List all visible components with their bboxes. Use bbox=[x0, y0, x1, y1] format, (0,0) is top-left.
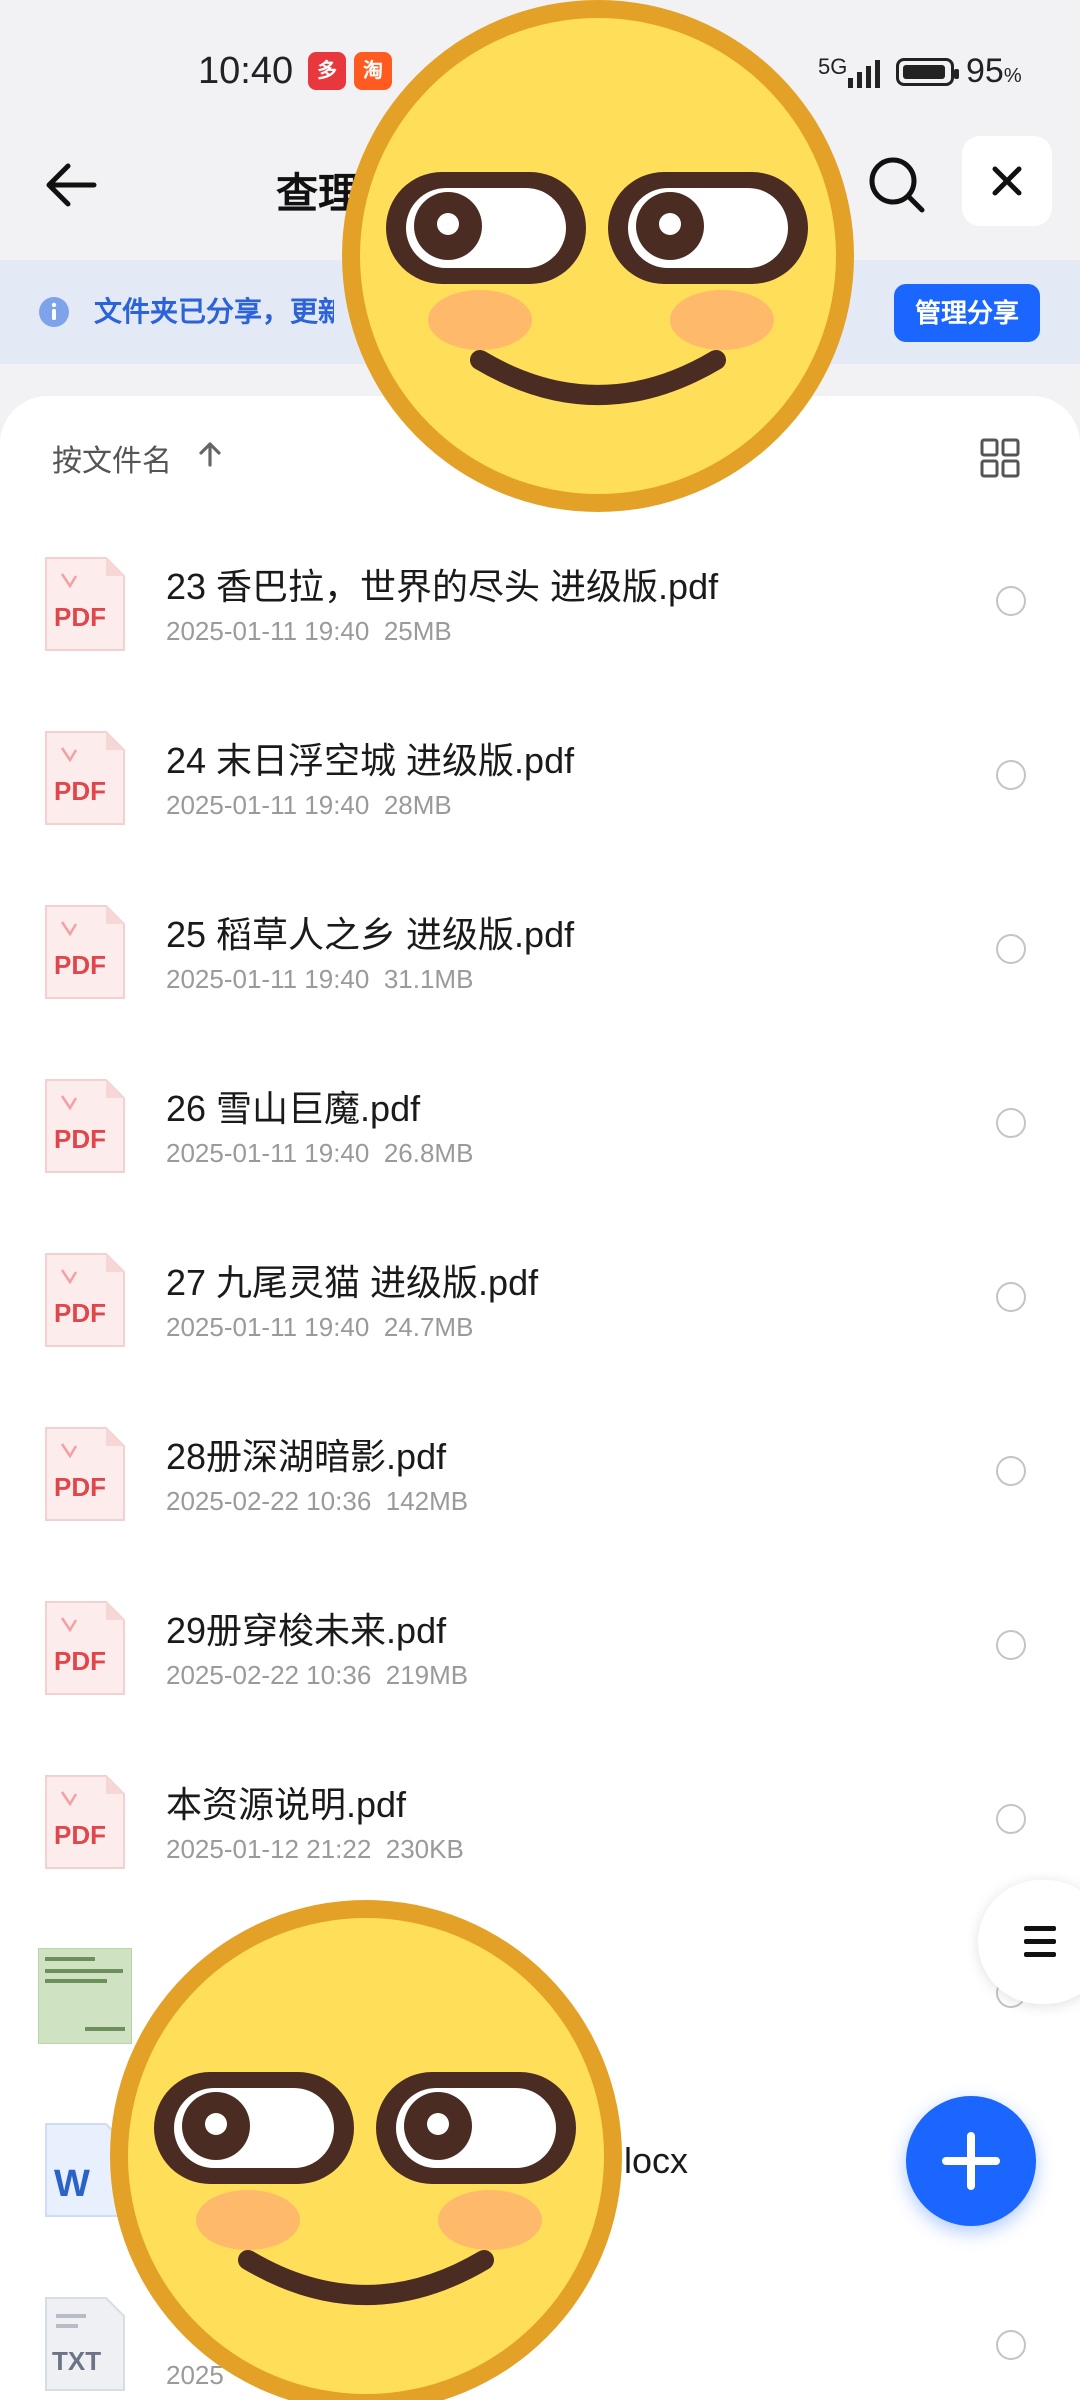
svg-text:PDF: PDF bbox=[54, 776, 106, 806]
select-radio[interactable] bbox=[996, 2330, 1026, 2360]
arrow-up-icon[interactable] bbox=[196, 440, 224, 468]
svg-text:PDF: PDF bbox=[54, 950, 106, 980]
status-time: 10:40 bbox=[198, 50, 294, 92]
file-name: 29册穿梭未来.pdf bbox=[166, 1610, 447, 1651]
battery-icon bbox=[896, 58, 959, 86]
file-meta: 2025-01-11 19:40 26.8MB bbox=[166, 1138, 474, 1168]
file-row[interactable]: PDF 本资源说明.pdf 2025-01-12 21:22 230KB bbox=[0, 1734, 1080, 1906]
battery-percent: 95% bbox=[966, 52, 1022, 90]
pdf-file-icon: PDF bbox=[45, 1079, 125, 1173]
svg-text:PDF: PDF bbox=[54, 1646, 106, 1676]
file-name: 26 雪山巨魔.pdf bbox=[166, 1088, 421, 1129]
file-row[interactable]: PDF 27 九尾灵猫 进级版.pdf 2025-01-11 19:40 24.… bbox=[0, 1212, 1080, 1384]
svg-text:PDF: PDF bbox=[54, 1820, 106, 1850]
svg-text:PDF: PDF bbox=[54, 1298, 106, 1328]
file-row[interactable]: PDF 26 雪山巨魔.pdf 2025-01-11 19:40 26.8MB bbox=[0, 1038, 1080, 1210]
file-row[interactable]: PDF 28册深湖暗影.pdf 2025-02-22 10:36 142MB bbox=[0, 1386, 1080, 1558]
back-arrow-icon[interactable] bbox=[36, 150, 106, 220]
close-icon bbox=[992, 166, 1022, 196]
select-radio[interactable] bbox=[996, 1630, 1026, 1660]
file-name: 24 末日浮空城 进级版.pdf bbox=[166, 740, 575, 781]
file-meta: 2025-01-12 21:22 230KB bbox=[166, 1834, 464, 1864]
search-icon[interactable] bbox=[862, 150, 932, 220]
pdf-file-icon: PDF bbox=[45, 1427, 125, 1521]
svg-text:PDF: PDF bbox=[54, 1124, 106, 1154]
close-button[interactable] bbox=[962, 136, 1052, 226]
select-radio[interactable] bbox=[996, 1804, 1026, 1834]
svg-text:W: W bbox=[54, 2163, 90, 2205]
pdf-file-icon: PDF bbox=[45, 557, 125, 651]
select-radio[interactable] bbox=[996, 1456, 1026, 1486]
select-radio[interactable] bbox=[996, 760, 1026, 790]
banner-message: 文件夹已分享，更新 bbox=[94, 296, 334, 327]
file-name: 25 稻草人之乡 进级版.pdf bbox=[166, 914, 575, 955]
file-row[interactable]: PDF 25 稻草人之乡 进级版.pdf 2025-01-11 19:40 31… bbox=[0, 864, 1080, 1036]
file-row[interactable]: PDF 29册穿梭未来.pdf 2025-02-22 10:36 219MB bbox=[0, 1560, 1080, 1732]
svg-text:TXT: TXT bbox=[52, 2346, 101, 2376]
file-meta: 2025-01-11 19:40 31.1MB bbox=[166, 964, 474, 994]
file-name: 28册深湖暗影.pdf bbox=[166, 1436, 447, 1477]
smirk-emoji-sticker bbox=[342, 0, 854, 512]
manage-share-button[interactable]: 管理分享 bbox=[894, 284, 1040, 342]
grid-view-icon[interactable] bbox=[978, 436, 1022, 480]
select-radio[interactable] bbox=[996, 586, 1026, 616]
pdf-file-icon: PDF bbox=[45, 1601, 125, 1695]
select-radio[interactable] bbox=[996, 1108, 1026, 1138]
file-meta: 2025-01-11 19:40 25MB bbox=[166, 616, 452, 646]
svg-text:PDF: PDF bbox=[54, 1472, 106, 1502]
file-row[interactable]: PDF 24 末日浮空城 进级版.pdf 2025-01-11 19:40 28… bbox=[0, 690, 1080, 862]
file-row[interactable]: PDF 23 香巴拉，世界的尽头 进级版.pdf 2025-01-11 19:4… bbox=[0, 516, 1080, 688]
pdf-file-icon: PDF bbox=[45, 731, 125, 825]
file-meta: 2025-01-11 19:40 28MB bbox=[166, 790, 452, 820]
svg-text:PDF: PDF bbox=[54, 602, 106, 632]
plus-icon bbox=[942, 2132, 1000, 2190]
pdf-file-icon: PDF bbox=[45, 1775, 125, 1869]
sort-by-name-button[interactable]: 按文件名 bbox=[52, 436, 172, 480]
file-name: 23 香巴拉，世界的尽头 进级版.pdf bbox=[166, 566, 719, 607]
info-icon bbox=[39, 297, 69, 327]
pdf-file-icon: PDF bbox=[45, 1253, 125, 1347]
file-name: 本资源说明.pdf bbox=[166, 1784, 407, 1825]
file-meta: 2025-01-11 19:40 24.7MB bbox=[166, 1312, 474, 1342]
select-radio[interactable] bbox=[996, 934, 1026, 964]
file-meta: 2025-02-22 10:36 219MB bbox=[166, 1660, 469, 1690]
file-meta: 2025-02-22 10:36 142MB bbox=[166, 1486, 469, 1516]
add-button[interactable] bbox=[906, 2096, 1036, 2226]
file-name: 27 九尾灵猫 进级版.pdf bbox=[166, 1262, 539, 1303]
pdf-file-icon: PDF bbox=[45, 905, 125, 999]
select-radio[interactable] bbox=[996, 1282, 1026, 1312]
menu-lines-icon bbox=[1024, 1926, 1056, 1957]
smirk-emoji-sticker bbox=[110, 1900, 622, 2400]
